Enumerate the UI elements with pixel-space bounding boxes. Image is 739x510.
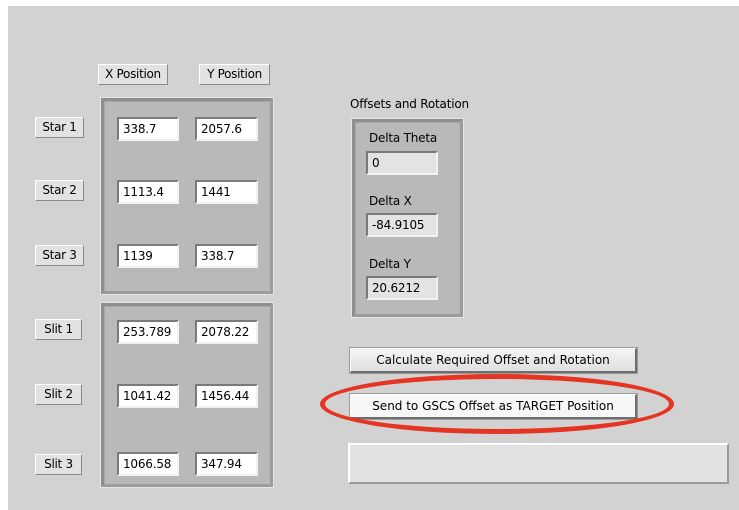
delta-x-label: Delta X bbox=[369, 194, 412, 208]
status-indicator bbox=[348, 443, 729, 484]
delta-theta-indicator: 0 bbox=[366, 151, 438, 175]
star-3-x-input[interactable]: 1139 bbox=[117, 244, 179, 268]
star-2-x-input[interactable]: 1113.4 bbox=[117, 180, 179, 204]
slit-1-y-input[interactable]: 2078.22 bbox=[195, 320, 258, 344]
star-3-label: Star 3 bbox=[35, 245, 84, 266]
offsets-title: Offsets and Rotation bbox=[350, 97, 469, 111]
slit-1-x-input[interactable]: 253.789 bbox=[117, 320, 179, 344]
slit-1-label: Slit 1 bbox=[35, 319, 82, 340]
delta-theta-label: Delta Theta bbox=[369, 131, 438, 145]
slit-3-label: Slit 3 bbox=[35, 454, 82, 475]
calculate-offset-button[interactable]: Calculate Required Offset and Rotation bbox=[349, 347, 638, 374]
x-position-header: X Position bbox=[98, 64, 168, 85]
send-to-gscs-button[interactable]: Send to GSCS Offset as TARGET Position bbox=[349, 393, 638, 420]
star-1-y-input[interactable]: 2057.6 bbox=[195, 117, 258, 141]
star-2-y-input[interactable]: 1441 bbox=[195, 180, 258, 204]
slit-2-label: Slit 2 bbox=[35, 384, 82, 405]
y-position-header: Y Position bbox=[199, 64, 270, 85]
star-1-label: Star 1 bbox=[35, 117, 84, 138]
star-3-y-input[interactable]: 338.7 bbox=[195, 244, 258, 268]
delta-y-label: Delta Y bbox=[369, 257, 411, 271]
star-1-x-input[interactable]: 338.7 bbox=[117, 117, 179, 141]
slit-2-y-input[interactable]: 1456.44 bbox=[195, 384, 258, 408]
slit-2-x-input[interactable]: 1041.42 bbox=[117, 384, 179, 408]
star-2-label: Star 2 bbox=[35, 180, 84, 201]
slit-3-x-input[interactable]: 1066.58 bbox=[117, 452, 179, 476]
delta-x-indicator: -84.9105 bbox=[366, 213, 438, 237]
slit-3-y-input[interactable]: 347.94 bbox=[195, 452, 258, 476]
delta-y-indicator: 20.6212 bbox=[366, 276, 438, 300]
